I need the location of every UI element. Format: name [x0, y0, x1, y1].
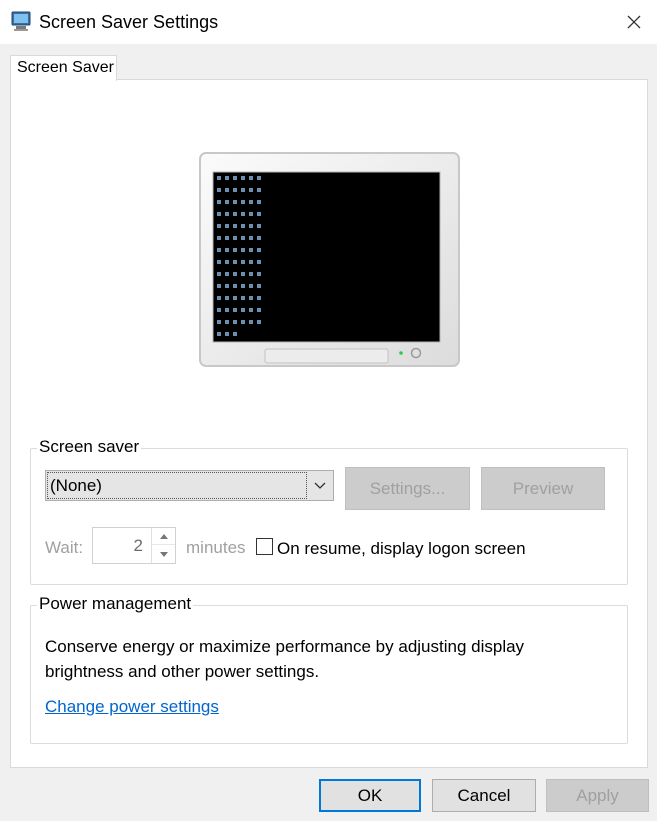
wait-minutes-stepper[interactable]: 2: [92, 527, 176, 564]
logon-checkbox[interactable]: [256, 538, 273, 555]
power-management-description: Conserve energy or maximize performance …: [45, 637, 525, 681]
stepper-buttons: [151, 528, 175, 563]
wait-label: Wait:: [45, 538, 84, 557]
window-title: Screen Saver Settings: [39, 12, 219, 32]
settings-button[interactable]: Settings...: [345, 467, 470, 510]
power-management-group-label: Power management: [37, 594, 194, 614]
tab-screen-saver[interactable]: Screen Saver: [10, 55, 117, 81]
change-power-settings-link[interactable]: Change power settings: [45, 697, 219, 717]
title-bar: Screen Saver Settings: [0, 0, 657, 44]
close-icon: [627, 15, 641, 29]
stepper-down-button[interactable]: [152, 546, 175, 563]
chevron-down-icon: [159, 552, 168, 557]
screen-saver-icon: [11, 10, 33, 32]
close-button[interactable]: [611, 0, 657, 44]
ok-button[interactable]: OK: [319, 779, 421, 812]
apply-button[interactable]: Apply: [546, 779, 649, 812]
monitor-preview: [199, 152, 460, 367]
cancel-button[interactable]: Cancel: [432, 779, 536, 812]
stepper-up-button[interactable]: [152, 528, 175, 545]
logon-checkbox-label[interactable]: On resume, display logon screen: [277, 539, 526, 559]
screen-saver-selected: (None): [47, 472, 307, 499]
chevron-down-icon: [314, 482, 326, 489]
screen-saver-group-label: Screen saver: [37, 437, 142, 457]
chevron-up-icon: [159, 533, 168, 539]
minutes-label: minutes: [186, 538, 246, 557]
screen-saver-dropdown[interactable]: (None): [45, 470, 334, 501]
preview-button[interactable]: Preview: [481, 467, 605, 510]
wait-minutes-value: 2: [133, 536, 143, 555]
